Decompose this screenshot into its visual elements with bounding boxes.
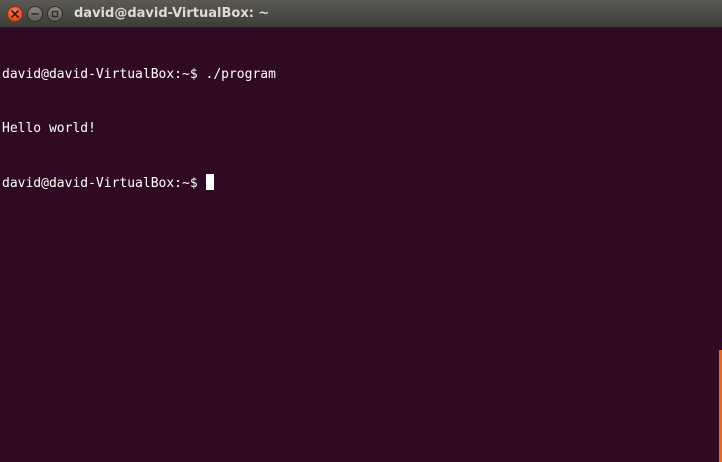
- window-title: david@david-VirtualBox: ~: [74, 6, 270, 21]
- close-icon: [11, 10, 19, 18]
- text-cursor: [205, 174, 214, 190]
- window-controls: [7, 6, 63, 22]
- prompt: david@david-VirtualBox:~$: [2, 67, 198, 82]
- terminal-output[interactable]: david@david-VirtualBox:~$ ./program Hell…: [2, 30, 714, 460]
- minimize-icon: [31, 13, 39, 15]
- title-bar[interactable]: david@david-VirtualBox: ~: [0, 0, 722, 28]
- maximize-button[interactable]: [47, 6, 63, 22]
- terminal-line: david@david-VirtualBox:~$: [2, 174, 714, 192]
- terminal-line: david@david-VirtualBox:~$ ./program: [2, 66, 714, 84]
- command: ./program: [205, 67, 276, 82]
- prompt: david@david-VirtualBox:~$: [2, 176, 198, 191]
- terminal-line: Hello world!: [2, 120, 714, 138]
- close-button[interactable]: [7, 6, 23, 22]
- program-output: Hello world!: [2, 121, 96, 136]
- maximize-icon: [51, 10, 59, 18]
- terminal-window: david@david-VirtualBox: ~ david@david-Vi…: [0, 0, 722, 462]
- minimize-button[interactable]: [27, 6, 43, 22]
